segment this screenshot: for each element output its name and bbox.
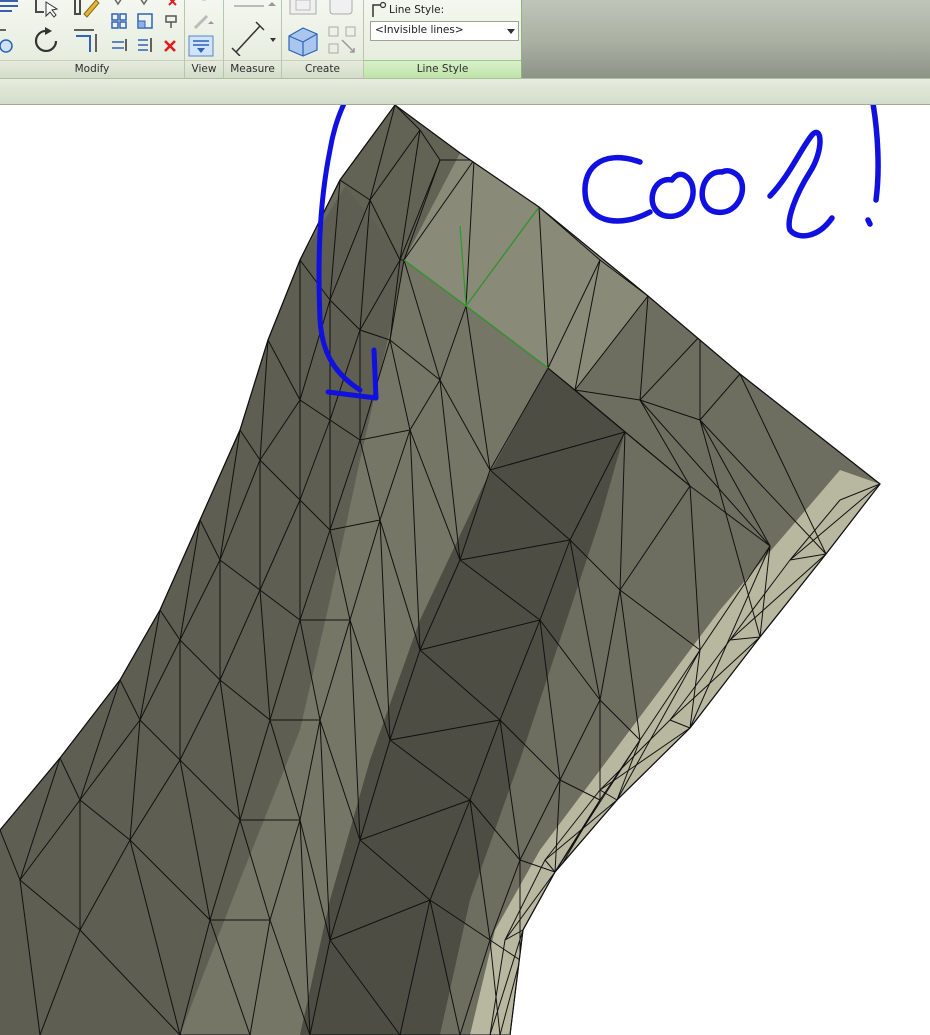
paint-icon[interactable]	[72, 0, 102, 18]
offset-lines-icon[interactable]	[110, 36, 130, 54]
override-graphics-icon[interactable]	[195, 0, 213, 8]
pin-icon[interactable]	[162, 12, 180, 30]
thin-lines-icon[interactable]	[188, 35, 214, 57]
trim-icon[interactable]	[72, 24, 104, 54]
align-icon[interactable]	[0, 0, 24, 16]
view-panel: View	[185, 0, 224, 78]
array-icon[interactable]	[110, 12, 128, 30]
line-style-panel-label[interactable]: Line Style	[364, 60, 521, 78]
modify-panel: Modify	[0, 0, 185, 78]
chevron-down-icon[interactable]	[507, 29, 515, 34]
annotation-word-cool	[582, 129, 835, 239]
measure-icon[interactable]	[230, 20, 276, 56]
scale-icon[interactable]	[136, 12, 154, 30]
line-style-caption: Line Style:	[389, 4, 445, 16]
create-group-icon[interactable]	[285, 24, 321, 58]
create-panel-label[interactable]: Create	[282, 60, 363, 78]
split-icon[interactable]	[0, 26, 20, 54]
copy-icon[interactable]	[136, 0, 154, 6]
extend-icon[interactable]	[136, 36, 156, 54]
view-panel-label[interactable]: View	[185, 60, 223, 78]
drawing-canvas[interactable]	[0, 105, 930, 1035]
annotation-exclamation	[865, 105, 881, 227]
delete-icon-top[interactable]	[166, 0, 180, 6]
mesh-viewport	[0, 105, 881, 1035]
options-bar	[0, 78, 930, 105]
create-assembly-icon[interactable]	[326, 24, 360, 56]
modify-panel-label[interactable]: Modify	[0, 60, 184, 78]
line-style-selected-value: <Invisible lines>	[375, 24, 464, 36]
offset-icon[interactable]	[32, 0, 60, 18]
delete-icon[interactable]	[162, 38, 178, 54]
mirror-icon[interactable]	[110, 0, 128, 6]
measure-panel-label[interactable]: Measure	[224, 60, 281, 78]
linework-icon[interactable]	[191, 10, 217, 32]
dimension-icon[interactable]	[230, 0, 276, 12]
ribbon: Modify View Measure Create Line Style Li…	[0, 0, 930, 78]
line-style-icon	[372, 1, 387, 17]
component-icon[interactable]	[326, 0, 356, 18]
rotate-icon[interactable]	[32, 26, 62, 56]
measure-panel: Measure	[224, 0, 282, 78]
ribbon-empty-area	[522, 0, 930, 78]
create-panel: Create	[282, 0, 364, 78]
line-style-dropdown[interactable]: <Invisible lines>	[370, 21, 519, 41]
model-in-place-icon[interactable]	[286, 0, 320, 18]
